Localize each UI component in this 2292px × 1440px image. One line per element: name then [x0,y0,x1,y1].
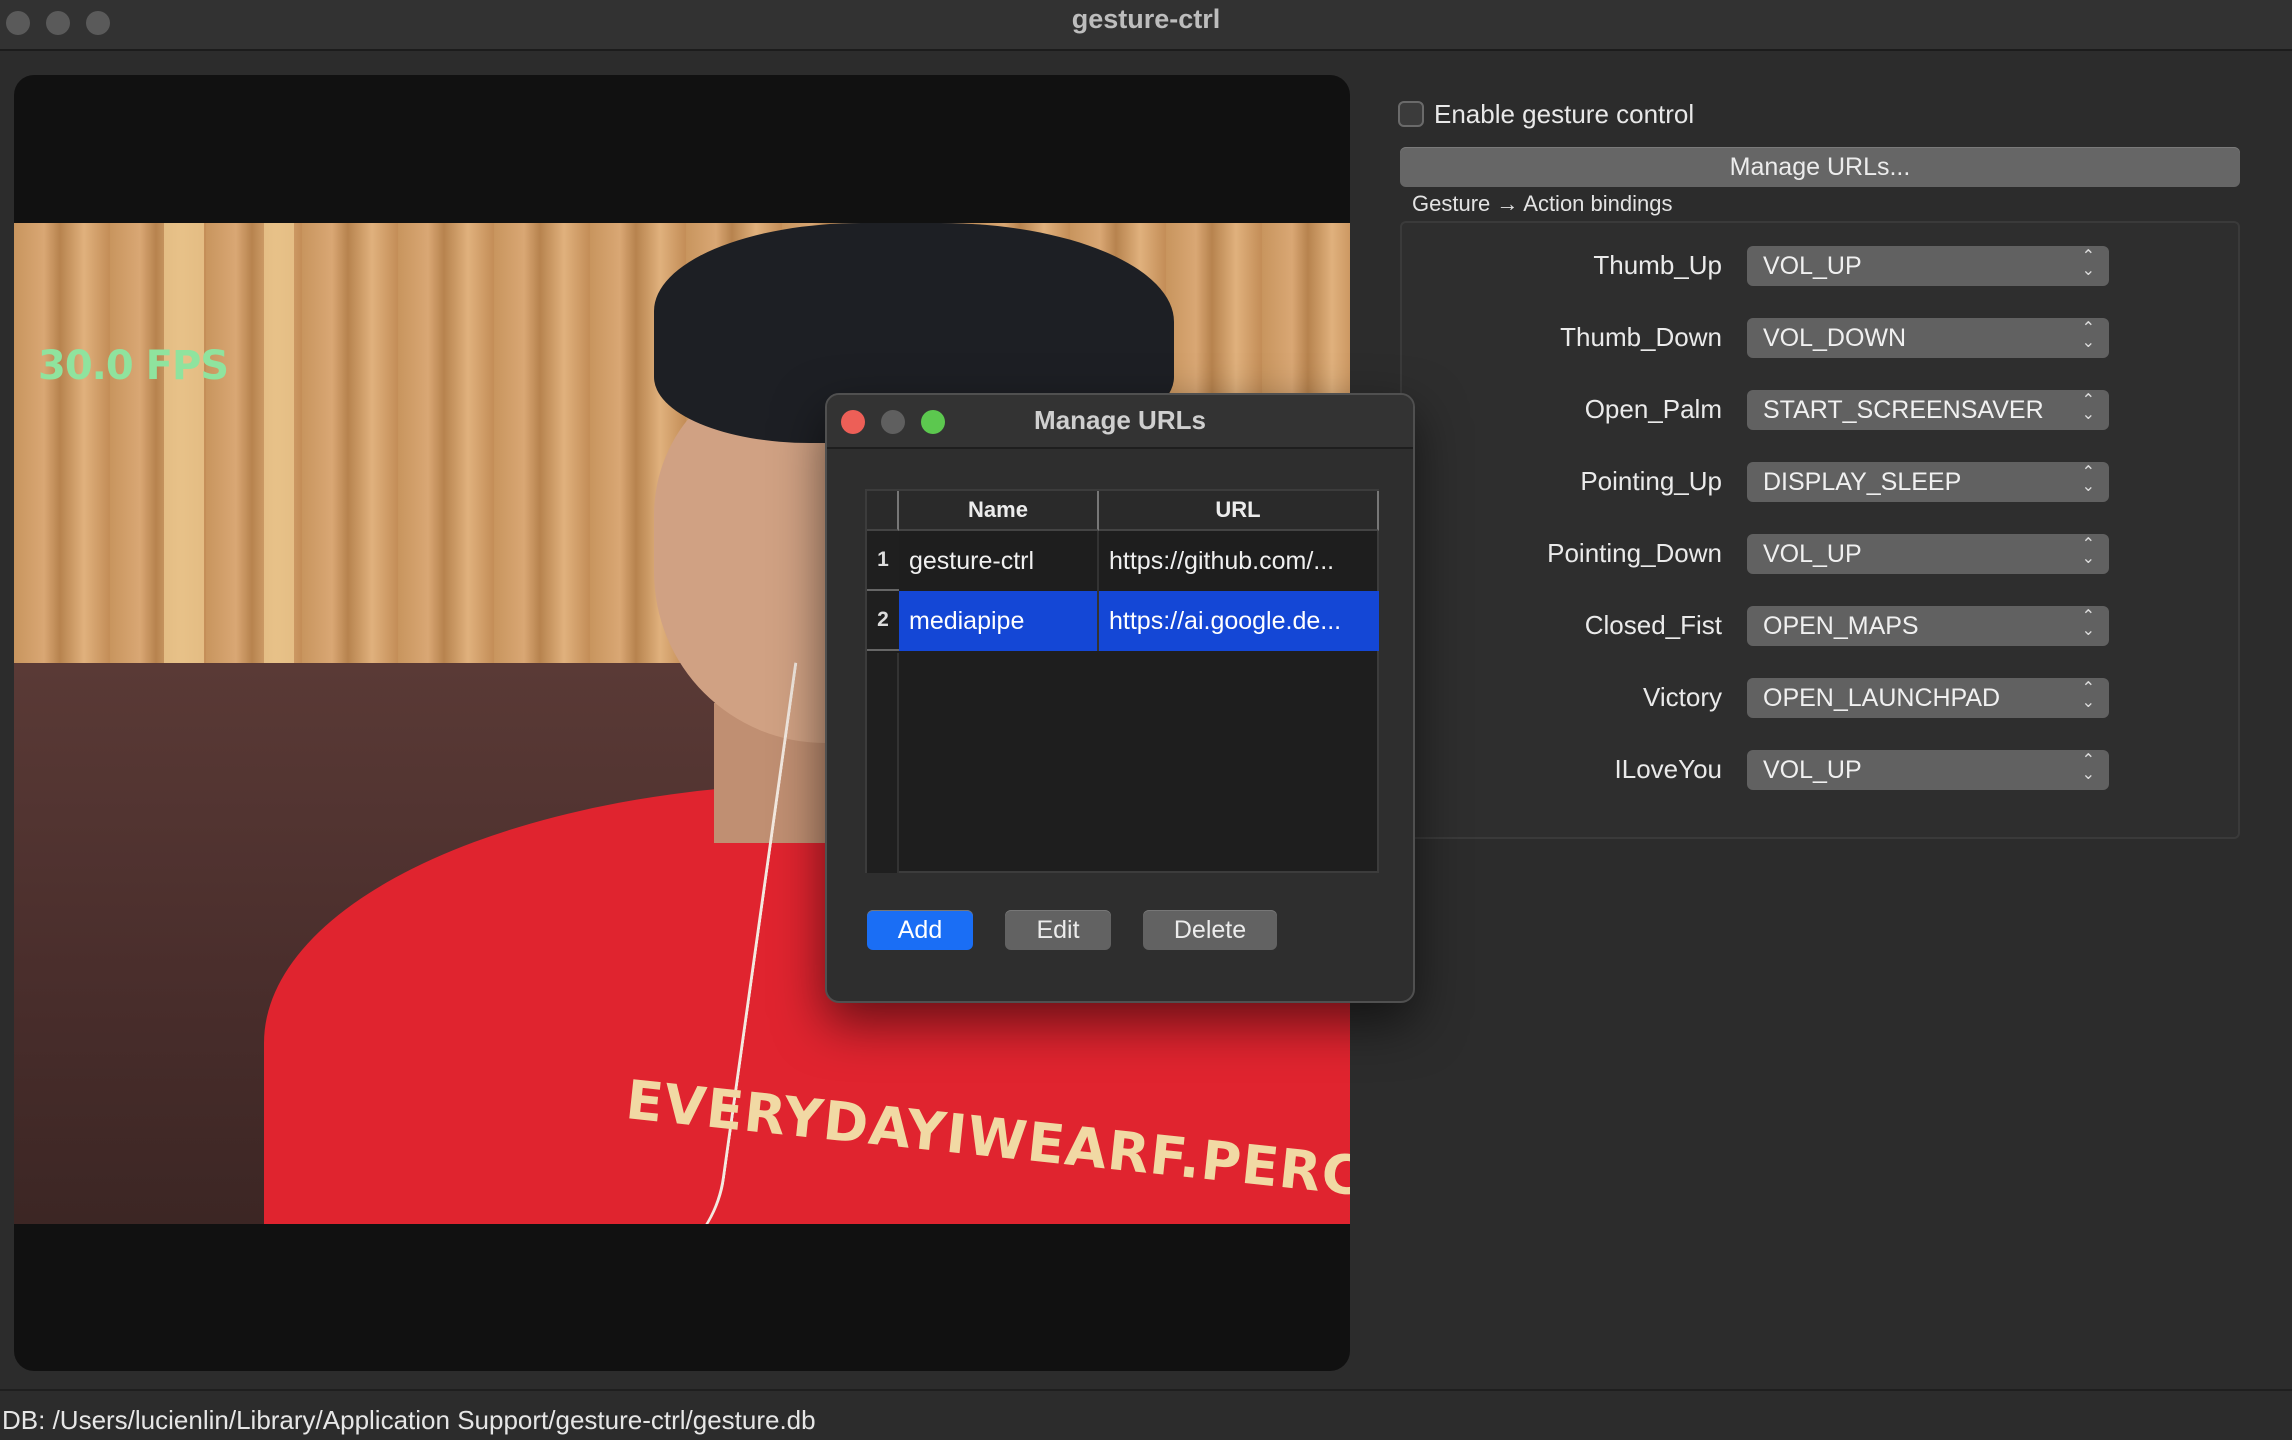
add-url-button[interactable]: Add [867,910,973,950]
gesture-label: Victory [1643,682,1722,712]
action-select[interactable]: VOL_UP ⌃ ⌄ [1747,246,2109,286]
action-select[interactable]: OPEN_LAUNCHPAD ⌃ ⌄ [1747,678,2109,718]
updown-chevron-icon: ⌃ ⌄ [2081,464,2095,495]
binding-row-pointing-up: Pointing_Up DISPLAY_SLEEP ⌃ ⌄ [1402,462,2242,502]
delete-url-button[interactable]: Delete [1143,910,1277,950]
gesture-label: Thumb_Down [1560,322,1722,352]
action-select-value: VOL_UP [1763,755,1862,784]
row-index[interactable]: 2 [867,591,899,651]
manage-urls-button[interactable]: Manage URLs... [1400,147,2240,187]
gesture-label: Thumb_Up [1593,250,1722,280]
row-index[interactable]: 1 [867,531,899,591]
action-select-value: OPEN_LAUNCHPAD [1763,683,2001,712]
action-select-value: VOL_UP [1763,251,1862,280]
action-select-value: START_SCREENSAVER [1763,395,2044,424]
window-title: gesture-ctrl [1071,4,1221,34]
bindings-group: Thumb_Up VOL_UP ⌃ ⌄ Thumb_Down VOL_DOWN ⌃… [1400,221,2240,839]
updown-chevron-icon: ⌃ ⌄ [2081,320,2095,351]
action-select-value: VOL_DOWN [1763,323,1907,352]
cell-url[interactable]: https://ai.google.de... [1099,591,1379,651]
action-select-value: OPEN_MAPS [1763,611,1919,640]
updown-chevron-icon: ⌃ ⌄ [2081,680,2095,711]
action-select[interactable]: VOL_UP ⌃ ⌄ [1747,534,2109,574]
action-select[interactable]: VOL_UP ⌃ ⌄ [1747,750,2109,790]
gesture-label: Pointing_Down [1547,538,1722,568]
manage-urls-dialog: Manage URLs Name URL 1 gesture-ctrl http… [825,393,1415,1003]
updown-chevron-icon: ⌃ ⌄ [2081,392,2095,423]
window-titlebar: gesture-ctrl [0,0,2292,51]
enable-gesture-label[interactable]: Enable gesture control [1434,99,1694,130]
action-select[interactable]: OPEN_MAPS ⌃ ⌄ [1747,606,2109,646]
urls-table[interactable]: Name URL 1 gesture-ctrl https://github.c… [865,489,1379,873]
fps-overlay: 30.0 FPS [38,343,229,389]
table-row[interactable]: 1 gesture-ctrl https://github.com/... [867,531,1379,591]
cell-url[interactable]: https://github.com/... [1099,531,1379,591]
gesture-label: Open_Palm [1584,394,1722,424]
binding-row-open-palm: Open_Palm START_SCREENSAVER ⌃ ⌄ [1402,390,2242,430]
action-select-value: DISPLAY_SLEEP [1763,467,1962,496]
binding-row-thumb-up: Thumb_Up VOL_UP ⌃ ⌄ [1402,246,2242,286]
dialog-titlebar: Manage URLs [827,395,1413,449]
dialog-title: Manage URLs [1034,405,1206,435]
action-select[interactable]: START_SCREENSAVER ⌃ ⌄ [1747,390,2109,430]
table-row[interactable]: 2 mediapipe https://ai.google.de... [867,591,1379,651]
cell-name[interactable]: gesture-ctrl [899,531,1099,591]
cell-name[interactable]: mediapipe [899,591,1099,651]
binding-row-closed-fist: Closed_Fist OPEN_MAPS ⌃ ⌄ [1402,606,2242,646]
table-corner-header [867,491,899,531]
updown-chevron-icon: ⌃ ⌄ [2081,248,2095,279]
bindings-group-title: Gesture → Action bindings [1412,191,1673,216]
action-select[interactable]: VOL_DOWN ⌃ ⌄ [1747,318,2109,358]
gesture-label: ILoveYou [1614,754,1722,784]
updown-chevron-icon: ⌃ ⌄ [2081,608,2095,639]
enable-gesture-checkbox[interactable] [1398,101,1424,127]
db-path-status: DB: /Users/lucienlin/Library/Application… [2,1405,816,1435]
action-select[interactable]: DISPLAY_SLEEP ⌃ ⌄ [1747,462,2109,502]
column-header-url[interactable]: URL [1099,491,1379,531]
edit-url-button[interactable]: Edit [1005,910,1111,950]
updown-chevron-icon: ⌃ ⌄ [2081,536,2095,567]
column-header-name[interactable]: Name [899,491,1099,531]
updown-chevron-icon: ⌃ ⌄ [2081,752,2095,783]
binding-row-victory: Victory OPEN_LAUNCHPAD ⌃ ⌄ [1402,678,2242,718]
binding-row-pointing-down: Pointing_Down VOL_UP ⌃ ⌄ [1402,534,2242,574]
status-bar: DB: /Users/lucienlin/Library/Application… [0,1389,2292,1440]
row-index-gutter [867,653,899,873]
binding-row-iloveyou: ILoveYou VOL_UP ⌃ ⌄ [1402,750,2242,790]
enable-gesture-row[interactable]: Enable gesture control [1398,97,1694,131]
gesture-label: Pointing_Up [1580,466,1722,496]
binding-row-thumb-down: Thumb_Down VOL_DOWN ⌃ ⌄ [1402,318,2242,358]
action-select-value: VOL_UP [1763,539,1862,568]
gesture-label: Closed_Fist [1584,610,1722,640]
